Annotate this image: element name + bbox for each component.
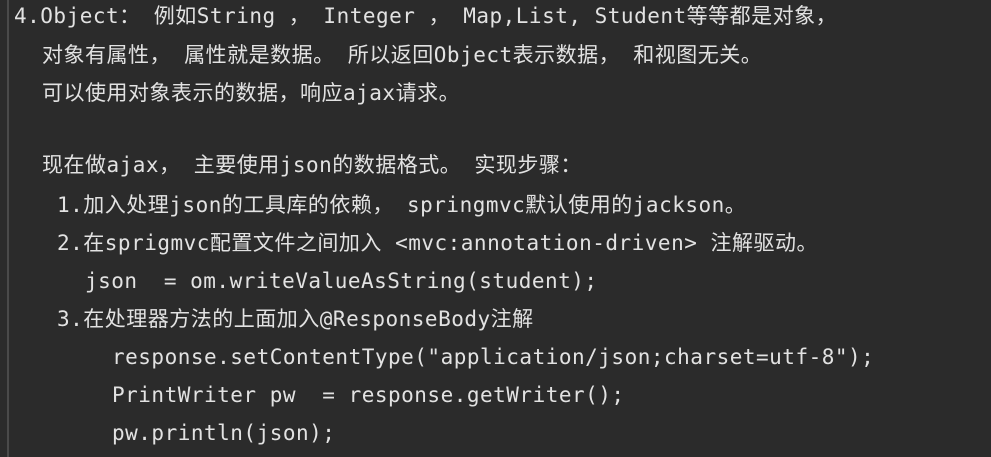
text-line: 对象有属性， 属性就是数据。 所以返回Object表示数据， 和视图无关。 bbox=[42, 43, 763, 67]
text-line: 可以使用对象表示的数据，响应ajax请求。 bbox=[42, 81, 461, 105]
code-line: PrintWriter pw = response.getWriter(); bbox=[112, 383, 625, 407]
text-line: 2.在sprigmvc配置文件之间加入 <mvc:annotation-driv… bbox=[57, 231, 819, 255]
code-line: pw.println(json); bbox=[112, 421, 336, 445]
editor-gutter-line bbox=[7, 0, 9, 457]
code-line: response.setContentType("application/jso… bbox=[112, 345, 875, 369]
text-line: 现在做ajax， 主要使用json的数据格式。 实现步骤： bbox=[42, 153, 582, 177]
text-line: 4.Object： 例如String ， Integer ， Map,List,… bbox=[14, 4, 838, 28]
code-line: json = om.writeValueAsString(student); bbox=[85, 269, 598, 293]
text-line: 1.加入处理json的工具库的依赖， springmvc默认使用的jackson… bbox=[57, 193, 747, 217]
text-line: 3.在处理器方法的上面加入@ResponseBody注解 bbox=[57, 307, 534, 331]
